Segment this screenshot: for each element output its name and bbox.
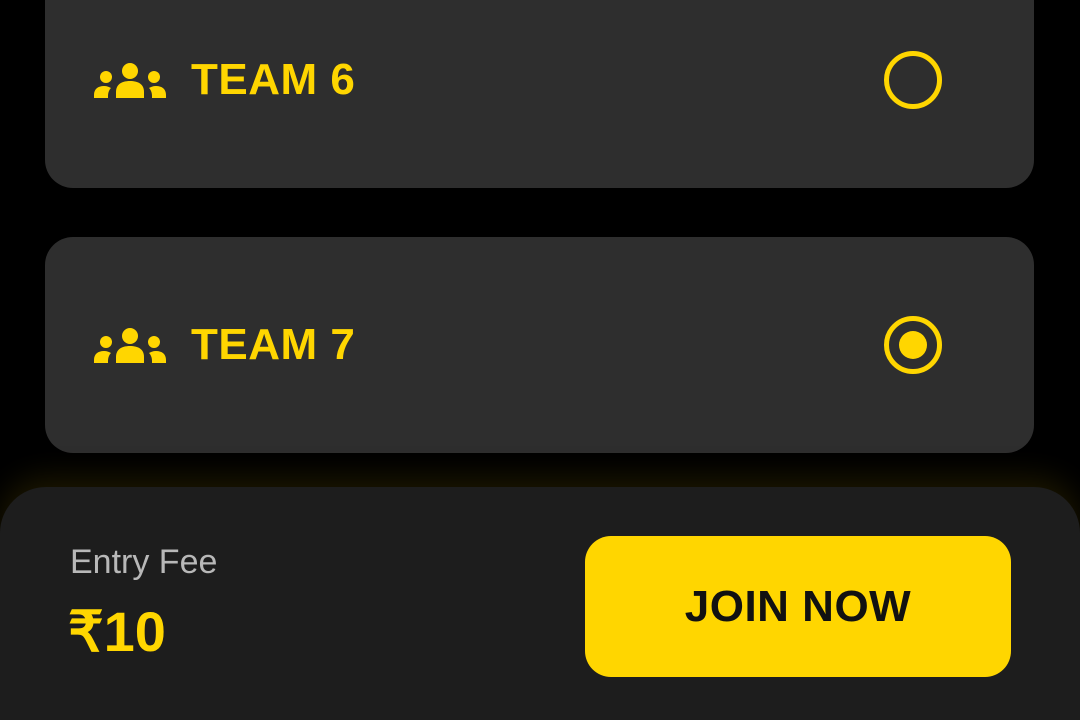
team-selection-screen: TEAM 6 TEAM 7 Entry Fee ₹10 JOIN NOW	[0, 0, 1080, 720]
team-radio-button-selected[interactable]	[884, 316, 942, 374]
team-radio-button[interactable]	[884, 51, 942, 109]
entry-fee-amount: ₹10	[68, 600, 166, 663]
entry-fee-bar: Entry Fee ₹10 JOIN NOW	[0, 487, 1080, 720]
team-option-row: TEAM 7	[45, 315, 1034, 375]
join-now-button[interactable]: JOIN NOW	[585, 536, 1011, 677]
team-option-row: TEAM 6	[45, 50, 1034, 110]
team-name: TEAM 6	[191, 55, 356, 104]
team-name: TEAM 7	[191, 320, 356, 369]
team-option-card[interactable]: TEAM 7	[45, 237, 1034, 453]
team-option-card[interactable]: TEAM 6	[45, 0, 1034, 188]
entry-fee-label: Entry Fee	[70, 543, 218, 581]
group-icon	[94, 63, 166, 98]
join-now-label: JOIN NOW	[684, 581, 912, 631]
group-icon	[94, 328, 166, 363]
radio-selected-dot	[899, 331, 927, 359]
